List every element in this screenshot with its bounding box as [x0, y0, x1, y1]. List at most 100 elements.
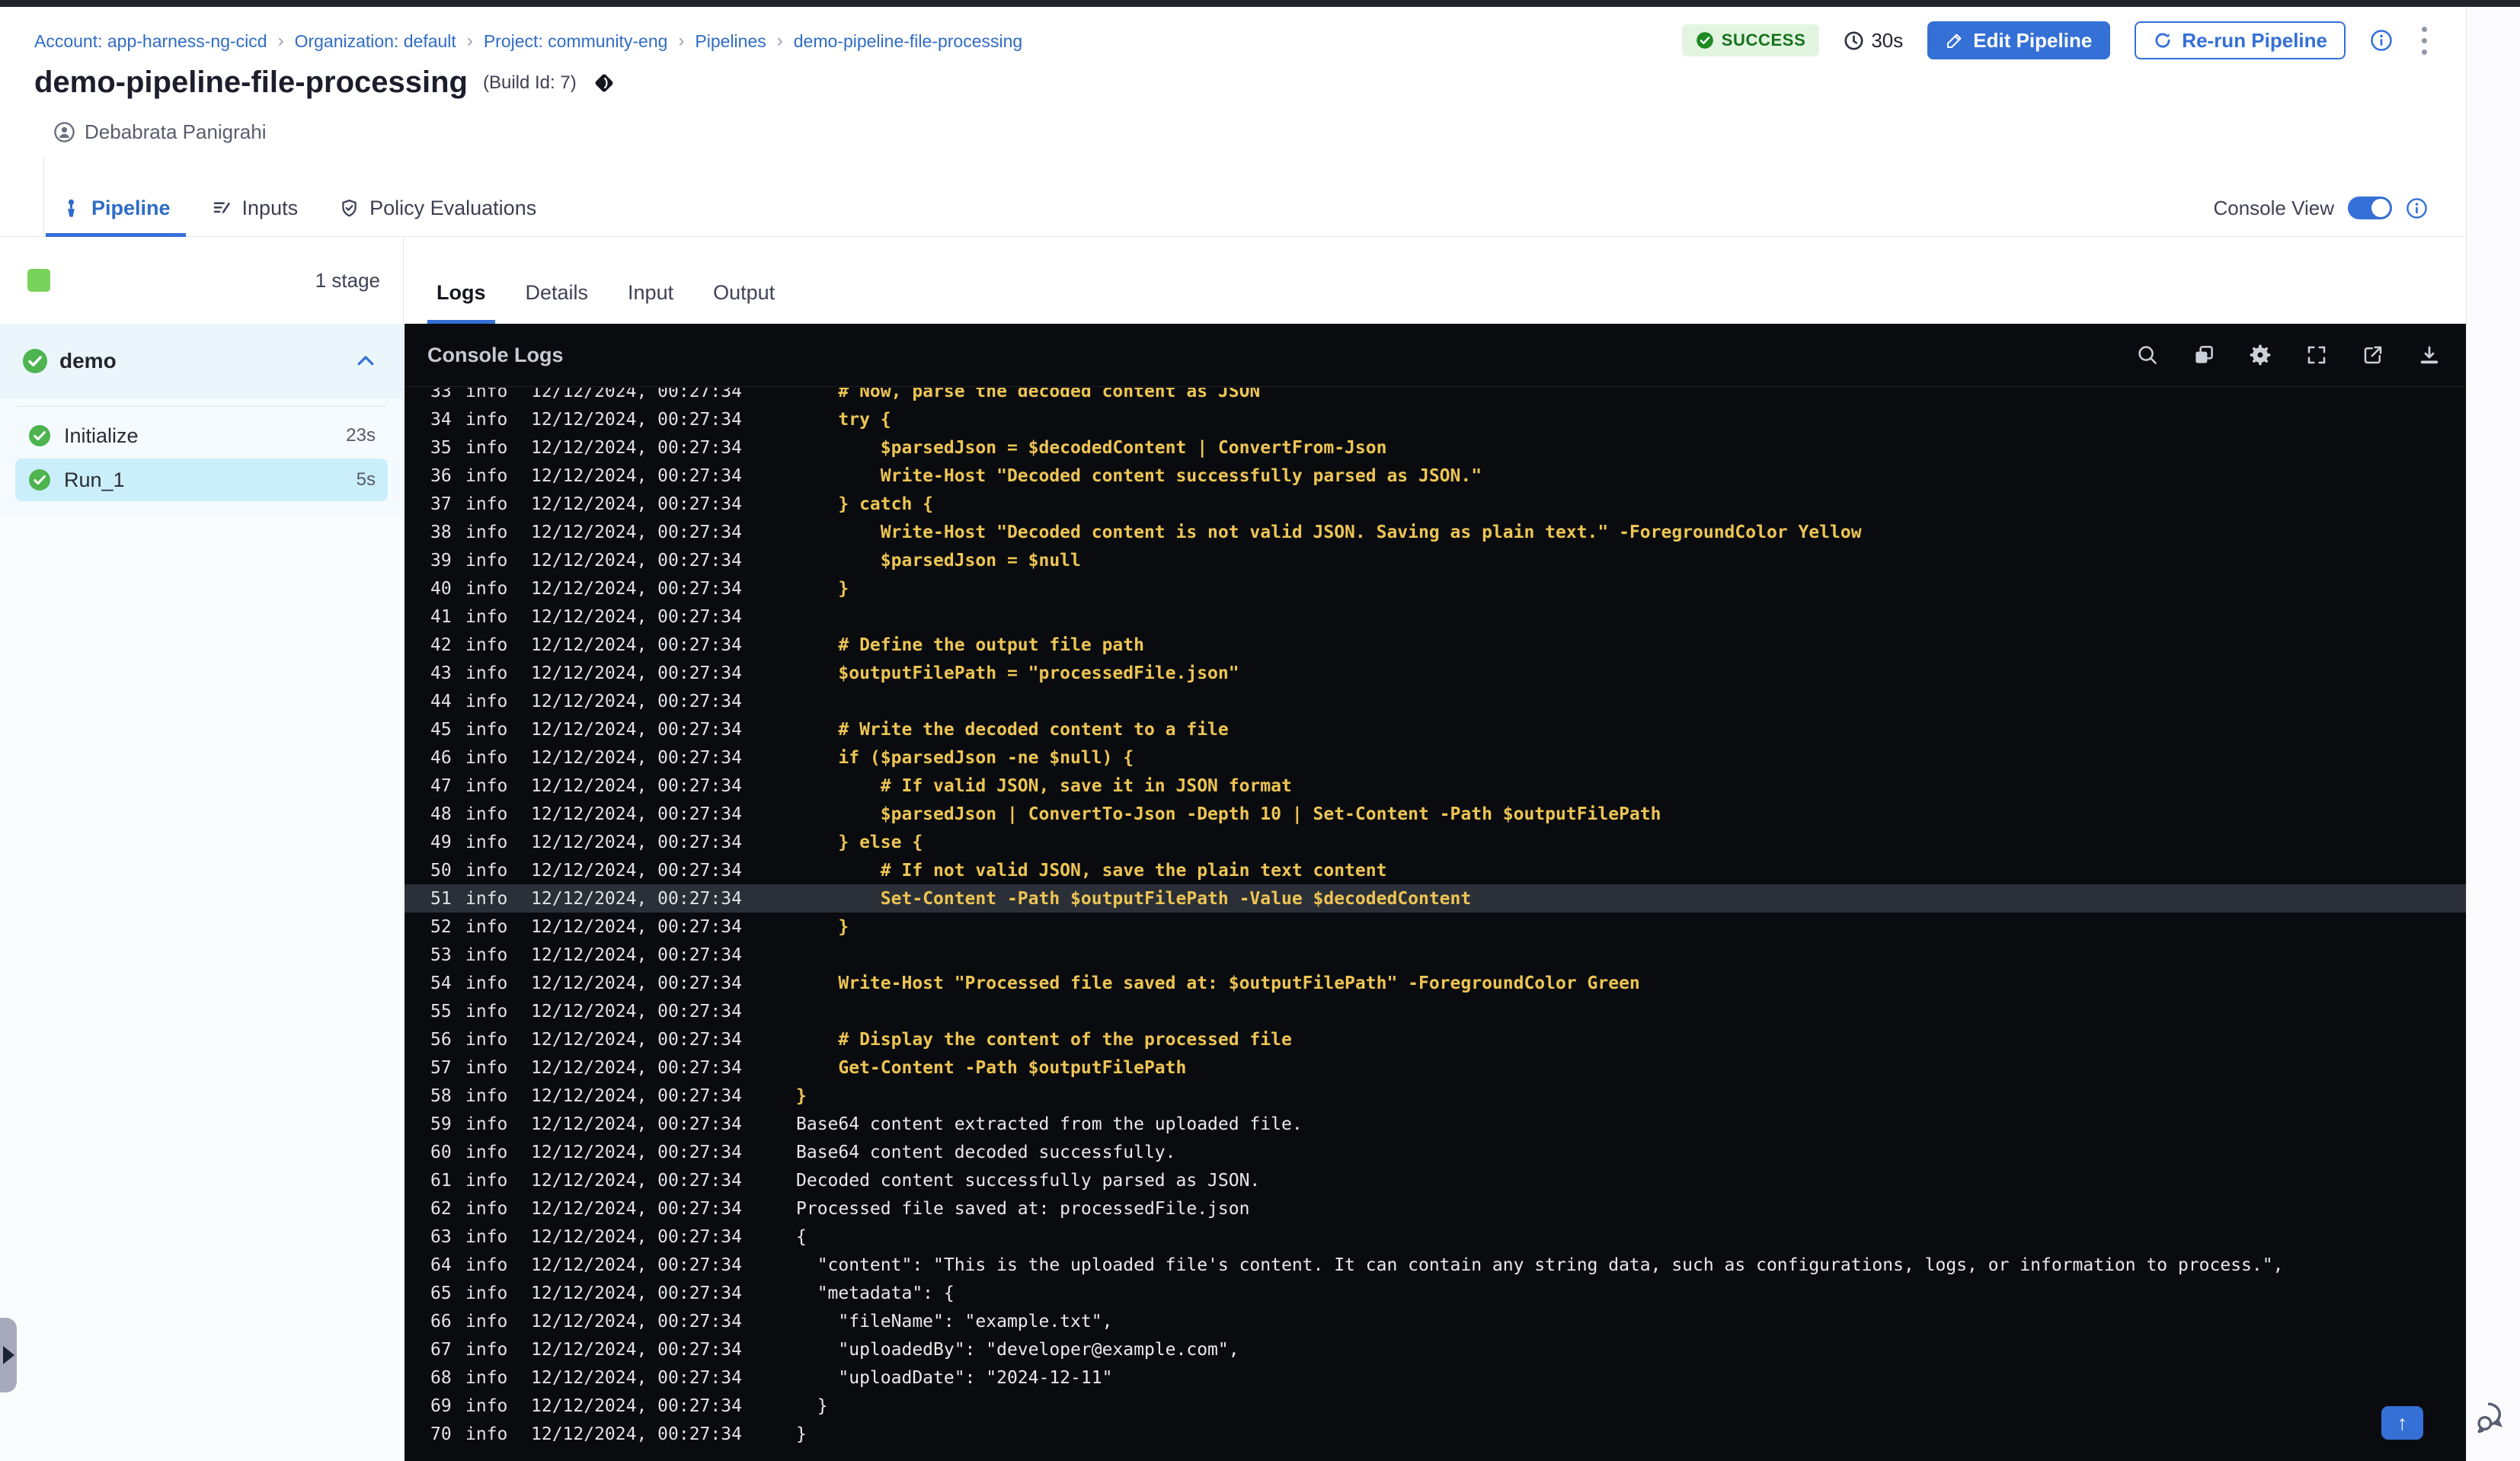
log-line: 39 info 12/12/2024, 00:27:34 $parsedJson =… [430, 550, 1081, 571]
log-line: 54 info 12/12/2024, 00:27:34 Write-Host "P… [430, 973, 1640, 993]
log-line: 65 info 12/12/2024, 00:27:34 "metadata": { [430, 1283, 955, 1303]
breadcrumb-account[interactable]: Account: app-harness-ng-cicd [34, 31, 267, 52]
duration: 30s [1844, 29, 1903, 53]
log-line: 33 info 12/12/2024, 00:27:34 # Now, parse … [430, 388, 1261, 401]
harness-diamond-icon [595, 74, 613, 91]
tab-pipeline[interactable]: Pipeline [46, 183, 186, 237]
rerun-icon [2155, 33, 2170, 48]
pencil-icon [1947, 34, 1962, 48]
log-tab-output[interactable]: Output [704, 266, 784, 324]
log-viewport[interactable]: 33 info 12/12/2024, 00:27:34 # Now, parse … [405, 388, 2466, 1461]
log-line: 56 info 12/12/2024, 00:27:34 # Display the… [430, 1029, 1292, 1050]
log-line: 57 info 12/12/2024, 00:27:34 Get-Content -… [430, 1057, 1187, 1078]
stage-group-demo[interactable]: demo [0, 324, 403, 398]
breadcrumb-pipelines[interactable]: Pipelines [695, 31, 766, 52]
breadcrumb-current-pipeline[interactable]: demo-pipeline-file-processing [794, 31, 1022, 52]
stage-success-icon [23, 349, 47, 373]
log-tab-logs[interactable]: Logs [427, 266, 495, 324]
console-title: Console Logs [427, 343, 564, 366]
stage-group-name: demo [59, 349, 117, 372]
rerun-pipeline-button[interactable]: Re-run Pipeline [2135, 21, 2346, 59]
log-line: 42 info 12/12/2024, 00:27:34 # Define the … [430, 635, 1144, 655]
log-line: 66 info 12/12/2024, 00:27:34 "fileName": "… [430, 1311, 1113, 1332]
log-tab-input[interactable]: Input [619, 266, 683, 324]
console-view-label: Console View [2213, 196, 2334, 219]
console-view-info-icon[interactable] [2406, 197, 2428, 219]
log-line: 34 info 12/12/2024, 00:27:34 try { [430, 409, 891, 430]
log-line: 67 info 12/12/2024, 00:27:34 "uploadedBy":… [430, 1339, 1239, 1360]
log-line: 50 info 12/12/2024, 00:27:34 # If not vali… [430, 860, 1387, 881]
log-line: 49 info 12/12/2024, 00:27:34 } else { [430, 832, 923, 852]
step-name: Initialize [64, 424, 139, 447]
console-toolbar [2135, 343, 2442, 367]
expand-arrow-icon [3, 1346, 14, 1364]
clock-icon [1844, 30, 1863, 50]
tab-inputs-label: Inputs [241, 196, 299, 219]
header-actions: SUCCESS 30s Edit Pipeline Re-run Pipelin… [1681, 20, 2432, 61]
info-icon[interactable] [2370, 29, 2393, 52]
copy-icon[interactable] [2192, 343, 2216, 367]
success-check-icon [1696, 32, 1713, 49]
log-line: 51 info 12/12/2024, 00:27:34 Set-Content -… [405, 884, 2466, 913]
main-tabs-bar: Pipeline Inputs Policy Evaluations Conso… [0, 183, 2466, 237]
build-id-label: (Build Id: 7) [482, 72, 577, 93]
more-options-menu[interactable] [2417, 22, 2432, 59]
breadcrumb-organization[interactable]: Organization: default [295, 31, 456, 52]
tab-policy-evaluations[interactable]: Policy Evaluations [324, 183, 552, 237]
author-byline: Debabrata Panigrahi [53, 120, 267, 144]
log-lines: 33 info 12/12/2024, 00:27:34 # Now, parse … [405, 388, 2466, 1448]
tab-policy-evaluations-label: Policy Evaluations [369, 196, 537, 219]
status-label: SUCCESS [1721, 30, 1806, 50]
tab-inputs[interactable]: Inputs [197, 183, 314, 237]
log-line: 41 info 12/12/2024, 00:27:34 [430, 606, 742, 627]
top-edge-bar [0, 0, 2520, 7]
log-line: 48 info 12/12/2024, 00:27:34 $parsedJson |… [430, 804, 1661, 824]
log-line: 53 info 12/12/2024, 00:27:34 [430, 945, 742, 965]
chevron-up-icon[interactable] [354, 350, 377, 372]
log-line: 47 info 12/12/2024, 00:27:34 # If valid JS… [430, 775, 1292, 796]
step-initialize[interactable]: Initialize 23s [15, 414, 388, 457]
open-in-new-icon[interactable] [2361, 343, 2385, 367]
user-avatar-icon [54, 122, 75, 142]
breadcrumb-project[interactable]: Project: community-eng [484, 31, 668, 52]
log-tabs: Logs Details Input Output [405, 237, 2466, 324]
log-line: 69 info 12/12/2024, 00:27:34 } [430, 1395, 828, 1416]
step-success-icon [29, 469, 50, 491]
fullscreen-icon[interactable] [2304, 343, 2329, 367]
breadcrumb-separator: › [776, 30, 783, 51]
log-line: 46 info 12/12/2024, 00:27:34 if ($parsedJs… [430, 747, 1134, 768]
step-run-1[interactable]: Run_1 5s [15, 459, 388, 501]
breadcrumb-separator: › [466, 30, 473, 51]
edit-pipeline-label: Edit Pipeline [1973, 28, 2093, 52]
breadcrumb-separator: › [277, 30, 284, 51]
right-edge-strip [2466, 7, 2520, 1461]
log-line: 37 info 12/12/2024, 00:27:34 } catch { [430, 494, 934, 514]
edit-pipeline-button[interactable]: Edit Pipeline [1927, 21, 2111, 59]
log-tab-details[interactable]: Details [516, 266, 598, 324]
expand-left-panel-handle[interactable] [0, 1318, 17, 1392]
log-line: 63 info 12/12/2024, 00:27:34{ [430, 1226, 807, 1247]
console-view-control: Console View [2213, 183, 2428, 233]
step-list-divider [17, 406, 386, 407]
pipeline-icon [68, 199, 75, 217]
log-line: 45 info 12/12/2024, 00:27:34 # Write the d… [430, 719, 1229, 740]
log-line: 44 info 12/12/2024, 00:27:34 [430, 691, 742, 711]
log-line: 62 info 12/12/2024, 00:27:34 Processed file… [430, 1198, 1250, 1219]
log-line: 64 info 12/12/2024, 00:27:34 "content": "T… [430, 1255, 2284, 1275]
support-chat-icon[interactable] [2474, 1400, 2511, 1434]
rerun-pipeline-label: Re-run Pipeline [2182, 28, 2327, 52]
stage-meta-row: 1 stage [0, 237, 403, 324]
console-view-toggle[interactable] [2348, 197, 2392, 219]
breadcrumb: Account: app-harness-ng-cicd › Organizat… [34, 30, 1022, 52]
page-title: demo-pipeline-file-processing [34, 66, 468, 99]
log-line: 55 info 12/12/2024, 00:27:34 [430, 1001, 742, 1021]
search-icon[interactable] [2135, 343, 2160, 367]
status-badge: SUCCESS [1681, 24, 1820, 56]
scroll-to-top-button[interactable]: ↑ [2381, 1406, 2423, 1440]
step-duration: 5s [356, 469, 376, 490]
settings-gear-icon[interactable] [2248, 343, 2272, 367]
download-icon[interactable] [2417, 343, 2442, 367]
pipeline-execution-page: Account: app-harness-ng-cicd › Organizat… [0, 0, 2520, 1461]
log-panel: Logs Details Input Output Console Logs 3… [405, 237, 2466, 1461]
log-line: 38 info 12/12/2024, 00:27:34 Write-Host "D… [430, 522, 1862, 542]
